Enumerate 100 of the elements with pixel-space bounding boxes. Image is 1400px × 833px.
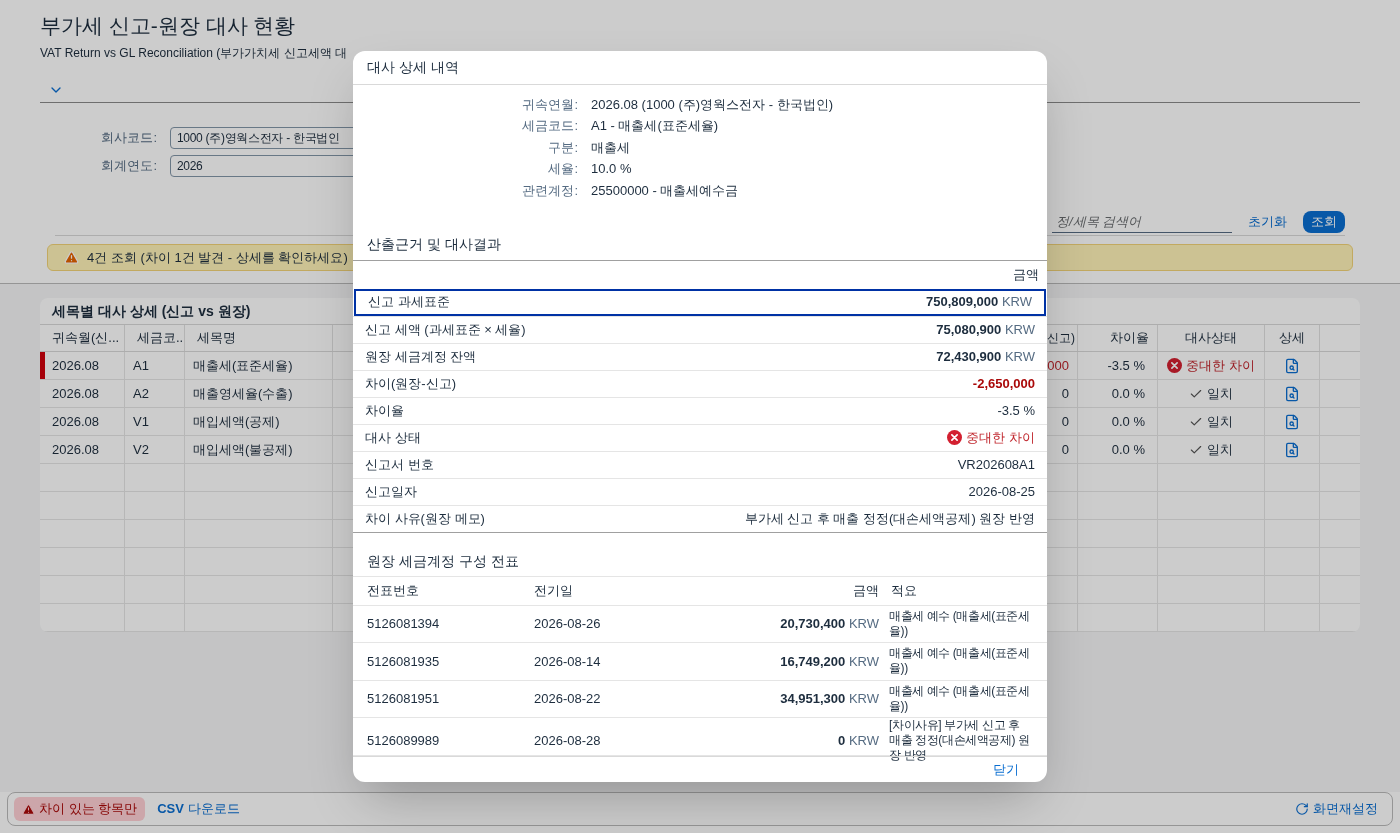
amount-value: 75,080,900 KRW bbox=[936, 320, 1035, 339]
table-cell: A1 bbox=[125, 352, 185, 379]
info-label: 세율: bbox=[547, 160, 578, 178]
status-text: 중대한 차이 bbox=[1186, 356, 1255, 375]
table-cell-text: 2026-08-26 bbox=[534, 615, 602, 633]
info-label: 세금코드: bbox=[521, 117, 578, 135]
warning-icon bbox=[64, 250, 79, 265]
table-cell: 매출세(표준세율) bbox=[185, 352, 333, 379]
calc-row[interactable]: 차이 사유(원장 메모) 부가세 신고 후 매출 정정(대손세액공제) 원장 반영 bbox=[353, 504, 1047, 532]
info-value: 2026.08 (1000 (주)영웍스전자 - 한국법인) bbox=[591, 95, 833, 114]
table-cell-text: 매출세 예수 (매출세(표준세율)) bbox=[888, 608, 1031, 639]
table-cell-text: 2026-08-22 bbox=[534, 690, 602, 708]
table-cell-text: 5126089989 bbox=[367, 731, 441, 750]
detail-icon[interactable] bbox=[1284, 357, 1300, 374]
info-value: 10.0 % bbox=[591, 160, 632, 178]
row-label: 신고 세액 (과세표준 × 세율) bbox=[365, 320, 526, 339]
table-cell: 매입세액(불공제) bbox=[185, 436, 333, 463]
table-cell: 매입세액(공제) bbox=[185, 408, 333, 435]
csv-download-link[interactable]: CSV 다운로드 bbox=[157, 799, 240, 819]
section-title: 산출근거 및 대사결과 bbox=[366, 235, 502, 254]
table-cell: -3.5 % bbox=[1078, 352, 1158, 379]
info-value: 25500000 - 매출세예수금 bbox=[591, 181, 739, 200]
value-text: VR202608A1 bbox=[957, 455, 1035, 474]
table-cell: 매출영세율(수출) bbox=[185, 380, 333, 407]
row-label: 신고서 번호 bbox=[365, 455, 434, 474]
table-cell: V2 bbox=[125, 436, 185, 463]
dialog-title: 대사 상세 내역 bbox=[353, 51, 1047, 85]
detail-icon[interactable] bbox=[1284, 385, 1300, 402]
table-cell: 2026.08 bbox=[40, 380, 125, 407]
info-value: 매출세 bbox=[591, 138, 630, 157]
calc-row[interactable]: 신고 세액 (과세표준 × 세율) 75,080,900 KRW bbox=[353, 315, 1047, 343]
calc-row[interactable]: 신고서 번호 VR202608A1 bbox=[353, 450, 1047, 478]
filter-toggle-button[interactable]: 차이 있는 항목만 bbox=[14, 797, 146, 821]
table-cell-text: 매출세 예수 (매출세(표준세율)) bbox=[888, 646, 1031, 677]
row-label: 차이(원장-신고) bbox=[365, 374, 456, 393]
amount-value: -2,650,000 bbox=[972, 374, 1035, 393]
column-header: 금액 bbox=[852, 581, 879, 600]
reset-button[interactable]: 초기화 bbox=[1244, 212, 1291, 232]
value-text: -3.5 % bbox=[997, 401, 1035, 420]
message-text: 4건 조회 (차이 1건 발견 - 상세를 확인하세요) bbox=[87, 248, 348, 267]
table-cell: A2 bbox=[125, 380, 185, 407]
info-label: 구분: bbox=[547, 138, 578, 157]
table-cell-text: 2026-08-14 bbox=[534, 652, 602, 671]
calc-row[interactable]: 차이율 -3.5 % bbox=[353, 396, 1047, 424]
detail-icon[interactable] bbox=[1284, 441, 1300, 458]
column-header: 세금코... bbox=[125, 325, 185, 351]
row-label: 차이율 bbox=[365, 401, 404, 420]
row-label: 신고 과세표준 bbox=[368, 293, 450, 312]
section-title: 원장 세금계정 구성 전표 bbox=[353, 531, 1047, 576]
column-header: 전표번호 bbox=[367, 581, 420, 600]
error-circle-icon bbox=[947, 430, 963, 445]
info-label: 귀속연월: bbox=[521, 95, 578, 114]
row-label: 원장 세금계정 잔액 bbox=[365, 347, 477, 366]
row-label: 대사 상태 bbox=[365, 428, 421, 447]
search-button[interactable]: 조회 bbox=[1303, 211, 1345, 233]
table-cell: 0.0 % bbox=[1078, 436, 1158, 463]
field-label: 회계연도: bbox=[100, 157, 157, 176]
table-cell: 2026.08 bbox=[40, 408, 125, 435]
calc-row[interactable]: 신고일자 2026-08-25 bbox=[353, 477, 1047, 505]
page-title: 부가세 신고-원장 대사 현황 bbox=[40, 13, 297, 39]
reset-layout-button[interactable]: 화면재설정 bbox=[1295, 799, 1386, 819]
table-cell-text: 5126081394 bbox=[367, 615, 441, 633]
column-header: 금액 bbox=[1013, 265, 1039, 284]
table-cell: 0.0 % bbox=[1078, 408, 1158, 435]
column-header: 상세 bbox=[1265, 325, 1320, 351]
amount-value: 34,951,300 KRW bbox=[779, 690, 879, 708]
info-label: 관련계정: bbox=[521, 181, 578, 200]
column-header: 대사상태 bbox=[1158, 325, 1265, 351]
table-cell: 0.0 % bbox=[1078, 380, 1158, 407]
table-cell: 2026.08 bbox=[40, 436, 125, 463]
column-header: 귀속월(신... bbox=[40, 325, 125, 351]
calc-row[interactable]: 차이(원장-신고) -2,650,000 bbox=[353, 369, 1047, 397]
row-label: 차이 사유(원장 메모) bbox=[365, 509, 485, 528]
refresh-icon bbox=[1295, 802, 1309, 816]
amount-value: 16,749,200 KRW bbox=[779, 652, 879, 671]
info-value: A1 - 매출세(표준세율) bbox=[591, 117, 719, 135]
table-cell-text: 5126081935 bbox=[367, 652, 441, 671]
detail-icon[interactable] bbox=[1284, 413, 1300, 430]
status-text: 일치 bbox=[1207, 384, 1233, 403]
status-text: 중대한 차이 bbox=[966, 428, 1035, 447]
calc-row[interactable]: 원장 세금계정 잔액 72,430,900 KRW bbox=[353, 342, 1047, 370]
field-label: 회사코드: bbox=[100, 129, 157, 148]
column-header: 차이율 bbox=[1078, 325, 1158, 351]
table-cell-text: 5126081951 bbox=[367, 690, 441, 708]
warning-icon bbox=[22, 802, 35, 816]
amount-value: 0 KRW bbox=[837, 731, 879, 750]
row-label: 신고일자 bbox=[365, 482, 417, 501]
table-title: 세목별 대사 상세 (신고 vs 원장) bbox=[52, 301, 251, 321]
table-cell-text: 매출세 예수 (매출세(표준세율)) bbox=[888, 683, 1031, 714]
column-header: 세목명 bbox=[185, 325, 333, 351]
status-text: 일치 bbox=[1207, 440, 1233, 459]
calc-row[interactable]: 대사 상태 중대한 차이 bbox=[353, 423, 1047, 451]
amount-value: 72,430,900 KRW bbox=[936, 347, 1035, 366]
amount-value: 20,730,400 KRW bbox=[779, 615, 879, 633]
column-header: 전기일 bbox=[534, 581, 574, 600]
calc-row[interactable]: 신고 과세표준 750,809,000 KRW bbox=[354, 288, 1046, 316]
table-cell-text: 2026-08-28 bbox=[534, 731, 602, 750]
value-text: 부가세 신고 후 매출 정정(대손세액공제) 원장 반영 bbox=[744, 509, 1035, 528]
value-text: 2026-08-25 bbox=[968, 482, 1035, 501]
status-text: 일치 bbox=[1207, 412, 1233, 431]
